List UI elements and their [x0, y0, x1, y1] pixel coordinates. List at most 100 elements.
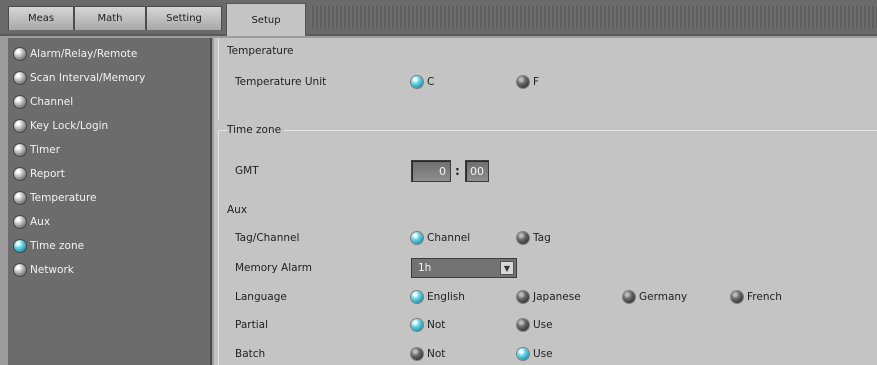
option-label: Not: [427, 319, 446, 331]
radio-selected-icon: [411, 76, 423, 88]
sidebar-item-alarm-relay-remote[interactable]: Alarm/Relay/Remote: [8, 42, 210, 66]
temperature-section: Temperature Temperature Unit C F: [218, 38, 877, 120]
tab-bar: Meas Math Setting Setup: [0, 0, 877, 36]
sidebar-item-scan-interval-memory[interactable]: Scan Interval/Memory: [8, 66, 210, 90]
gray-bullet-icon: [14, 216, 26, 228]
sidebar-item-label: Network: [30, 264, 74, 276]
option-label: C: [427, 76, 435, 88]
gmt-row: GMT 0 : 00: [219, 160, 877, 182]
temperature-option-c[interactable]: C: [411, 76, 434, 88]
sidebar-item-label: Time zone: [30, 240, 85, 252]
option-label: Use: [533, 348, 553, 360]
gray-bullet-icon: [14, 120, 26, 132]
tab-math[interactable]: Math: [74, 6, 146, 30]
sidebar-item-key-lock-login[interactable]: Key Lock/Login: [8, 114, 210, 138]
sidebar: Alarm/Relay/Remote Scan Interval/Memory …: [8, 38, 212, 365]
language-option-french[interactable]: French: [731, 291, 782, 303]
gray-bullet-icon: [14, 192, 26, 204]
tag-channel-row: Tag/Channel Channel Tag: [219, 228, 877, 248]
gmt-label: GMT: [235, 165, 259, 177]
sidebar-item-time-zone[interactable]: Time zone: [8, 234, 210, 258]
tag-channel-label: Tag/Channel: [235, 232, 300, 244]
batch-option-not[interactable]: Not: [411, 348, 445, 360]
aux-section-title: Aux: [227, 204, 251, 216]
option-label: French: [747, 291, 782, 303]
option-label: F: [533, 76, 540, 88]
language-option-japanese[interactable]: Japanese: [517, 291, 581, 303]
option-label: Japanese: [533, 291, 581, 303]
language-row: Language English Japanese Germany French: [219, 287, 877, 307]
tag-channel-option-tag[interactable]: Tag: [517, 232, 551, 244]
aux-section: Aux Tag/Channel Channel Tag Memory Alarm…: [218, 198, 877, 365]
option-label: Germany: [639, 291, 688, 303]
language-label: Language: [235, 291, 287, 303]
memory-alarm-label: Memory Alarm: [235, 262, 312, 274]
sidebar-item-label: Key Lock/Login: [30, 120, 109, 132]
option-label: Not: [427, 348, 446, 360]
sidebar-item-report[interactable]: Report: [8, 162, 210, 186]
radio-selected-icon: [517, 348, 529, 360]
radio-selected-icon: [411, 319, 423, 331]
gray-bullet-icon: [14, 48, 26, 60]
chevron-down-icon[interactable]: ▼: [500, 261, 514, 275]
timezone-section-title: Time zone: [227, 124, 285, 136]
option-label: Tag: [533, 232, 551, 244]
sidebar-item-label: Temperature: [30, 192, 97, 204]
radio-unselected-icon: [517, 76, 529, 88]
batch-row: Batch Not Use: [219, 344, 877, 364]
option-label: English: [427, 291, 465, 303]
sidebar-item-channel[interactable]: Channel: [8, 90, 210, 114]
cyan-bullet-icon: [14, 240, 26, 252]
partial-row: Partial Not Use: [219, 315, 877, 335]
partial-option-use[interactable]: Use: [517, 319, 553, 331]
tab-setting[interactable]: Setting: [146, 6, 222, 30]
option-label: Use: [533, 319, 553, 331]
batch-label: Batch: [235, 348, 266, 360]
timezone-section: Time zone GMT 0 : 00: [218, 124, 877, 198]
settings-panel: Temperature Temperature Unit C F Time zo…: [214, 38, 877, 365]
tab-bar-filler: [310, 6, 877, 28]
sidebar-item-label: Timer: [30, 144, 61, 156]
partial-option-not[interactable]: Not: [411, 319, 445, 331]
gray-bullet-icon: [14, 144, 26, 156]
tab-meas[interactable]: Meas: [8, 6, 74, 30]
sidebar-item-label: Channel: [30, 96, 74, 108]
batch-option-use[interactable]: Use: [517, 348, 553, 360]
gmt-hours-field[interactable]: 0: [411, 160, 451, 182]
temperature-section-title: Temperature: [227, 45, 297, 57]
gray-bullet-icon: [14, 96, 26, 108]
radio-unselected-icon: [623, 291, 635, 303]
gray-bullet-icon: [14, 264, 26, 276]
sidebar-item-timer[interactable]: Timer: [8, 138, 210, 162]
memory-alarm-value: 1h: [418, 262, 432, 274]
gray-bullet-icon: [14, 72, 26, 84]
tag-channel-option-channel[interactable]: Channel: [411, 232, 470, 244]
language-option-germany[interactable]: Germany: [623, 291, 687, 303]
radio-unselected-icon: [731, 291, 743, 303]
gray-bullet-icon: [14, 168, 26, 180]
radio-unselected-icon: [411, 348, 423, 360]
temperature-option-f[interactable]: F: [517, 76, 539, 88]
radio-unselected-icon: [517, 319, 529, 331]
gmt-minutes-field[interactable]: 00: [465, 160, 489, 182]
radio-selected-icon: [411, 291, 423, 303]
radio-unselected-icon: [517, 232, 529, 244]
time-separator: :: [455, 164, 460, 178]
radio-unselected-icon: [517, 291, 529, 303]
memory-alarm-row: Memory Alarm 1h ▼: [219, 258, 877, 278]
sidebar-item-temperature[interactable]: Temperature: [8, 186, 210, 210]
sidebar-item-aux[interactable]: Aux: [8, 210, 210, 234]
option-label: Channel: [427, 232, 471, 244]
sidebar-item-label: Aux: [30, 216, 51, 228]
sidebar-item-label: Scan Interval/Memory: [30, 72, 146, 84]
sidebar-item-label: Alarm/Relay/Remote: [30, 48, 138, 60]
sidebar-item-network[interactable]: Network: [8, 258, 210, 282]
memory-alarm-select[interactable]: 1h ▼: [411, 258, 517, 278]
sidebar-item-label: Report: [30, 168, 65, 180]
temperature-unit-row: Temperature Unit C F: [219, 72, 877, 92]
temperature-unit-label: Temperature Unit: [235, 76, 327, 88]
tab-setup[interactable]: Setup: [226, 3, 306, 36]
language-option-english[interactable]: English: [411, 291, 465, 303]
radio-selected-icon: [411, 232, 423, 244]
partial-label: Partial: [235, 319, 268, 331]
